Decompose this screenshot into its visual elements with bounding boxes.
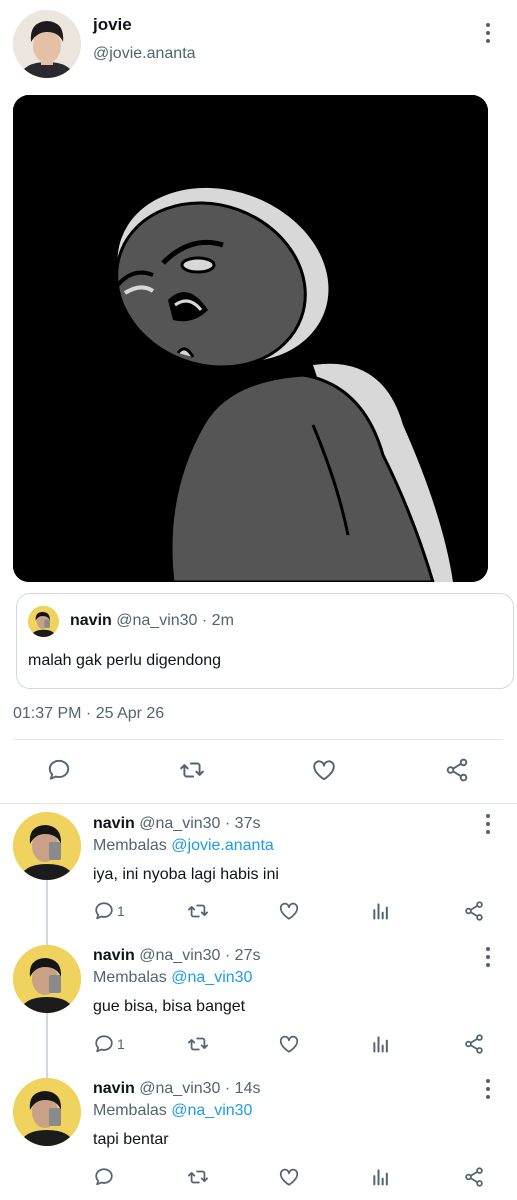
replying-label: Membalas — [93, 969, 167, 986]
views-icon — [373, 1169, 388, 1186]
reply-author-handle[interactable]: @na_vin30 — [139, 947, 220, 964]
retweet-button[interactable] — [186, 1166, 210, 1188]
reply-separator: · — [224, 1080, 231, 1097]
quote-author-name[interactable]: navin — [70, 612, 112, 629]
reply-header: navin @na_vin30 · 14s — [93, 1080, 260, 1098]
reply-author-handle[interactable]: @na_vin30 — [139, 1080, 220, 1097]
heart-icon — [279, 1035, 299, 1053]
retweet-button[interactable] — [178, 757, 206, 783]
author-handle[interactable]: @jovie.ananta — [93, 45, 196, 63]
replying-label: Membalas — [93, 1102, 167, 1119]
more-options-icon[interactable] — [481, 23, 495, 43]
replying-mention[interactable]: @na_vin30 — [171, 1102, 252, 1119]
reply-avatar[interactable] — [13, 812, 81, 880]
views-button[interactable] — [371, 1166, 391, 1188]
author-avatar-image — [13, 10, 81, 78]
more-options-icon[interactable] — [481, 1079, 495, 1099]
share-button[interactable] — [463, 1033, 485, 1055]
like-button[interactable] — [278, 900, 300, 922]
tweet-timestamp[interactable]: 01:37 PM · 25 Apr 26 — [13, 705, 164, 723]
divider — [13, 739, 503, 740]
reply-separator: · — [224, 815, 231, 832]
views-button[interactable] — [371, 900, 391, 922]
quote-time[interactable]: 2m — [212, 612, 234, 629]
heart-icon — [279, 1168, 299, 1186]
reply-avatar-image — [13, 812, 81, 880]
reply-button[interactable] — [46, 757, 72, 783]
reply-avatar-image — [13, 1078, 81, 1146]
author-avatar[interactable] — [13, 10, 81, 78]
replying-mention[interactable]: @na_vin30 — [171, 969, 252, 986]
replying-to: Membalas @na_vin30 — [93, 969, 252, 987]
reply-time[interactable]: 14s — [235, 1080, 261, 1097]
reply-avatar[interactable] — [13, 945, 81, 1013]
author-name[interactable]: jovie — [93, 15, 132, 35]
reply-button[interactable] — [93, 1166, 117, 1188]
quote-avatar[interactable] — [28, 606, 59, 637]
reply-avatar[interactable] — [13, 1078, 81, 1146]
heart-icon — [313, 760, 335, 781]
reply-icon — [48, 759, 70, 780]
share-button[interactable] — [463, 900, 485, 922]
tweet-media-image[interactable] — [13, 95, 488, 582]
share-button[interactable] — [463, 1166, 485, 1188]
quoted-tweet[interactable]: navin @na_vin30 · 2m malah gak perlu dig… — [16, 593, 514, 689]
meme-image — [13, 95, 488, 582]
like-button[interactable] — [311, 757, 337, 783]
replying-mention[interactable]: @jovie.ananta — [171, 837, 274, 854]
retweet-icon — [187, 1037, 209, 1051]
quote-avatar-image — [28, 606, 59, 637]
like-button[interactable] — [278, 1033, 300, 1055]
main-tweet: jovie @jovie.ananta navin @na_vin30 · 2m… — [0, 0, 517, 804]
more-options-icon[interactable] — [481, 947, 495, 967]
retweet-icon — [187, 1170, 209, 1184]
retweet-button[interactable] — [186, 900, 210, 922]
reply-author-name[interactable]: navin — [93, 947, 135, 964]
share-icon — [465, 1167, 483, 1187]
reply-avatar-image — [13, 945, 81, 1013]
reply-count: 1 — [117, 1036, 125, 1052]
views-icon — [373, 903, 388, 920]
quote-text: malah gak perlu digendong — [28, 652, 222, 669]
reply-icon — [95, 1168, 113, 1186]
thread-line — [46, 880, 48, 945]
share-icon — [446, 758, 468, 782]
quote-separator: · — [201, 612, 208, 629]
reply-time[interactable]: 37s — [235, 815, 261, 832]
replying-label: Membalas — [93, 837, 167, 854]
reply-header: navin @na_vin30 · 27s — [93, 947, 260, 965]
thread-line — [46, 1013, 48, 1078]
share-icon — [465, 1034, 483, 1054]
like-button[interactable] — [278, 1166, 300, 1188]
views-icon — [373, 1036, 388, 1053]
quote-author-handle[interactable]: @na_vin30 — [116, 612, 197, 629]
reply-separator: · — [224, 947, 231, 964]
reply-header: navin @na_vin30 · 37s — [93, 815, 260, 833]
replying-to: Membalas @na_vin30 — [93, 1102, 252, 1120]
reply-text: iya, ini nyoba lagi habis ini — [93, 866, 279, 883]
reply-time[interactable]: 27s — [235, 947, 261, 964]
reply-text: tapi bentar — [93, 1131, 169, 1148]
retweet-icon — [187, 904, 209, 918]
views-button[interactable] — [371, 1033, 391, 1055]
reply-text: gue bisa, bisa banget — [93, 998, 246, 1015]
reply-author-handle[interactable]: @na_vin30 — [139, 815, 220, 832]
reply-button[interactable]: 1 — [93, 1033, 125, 1055]
retweet-button[interactable] — [186, 1033, 210, 1055]
section-divider — [0, 803, 517, 804]
more-options-icon[interactable] — [481, 814, 495, 834]
retweet-icon — [180, 762, 204, 778]
quote-header: navin @na_vin30 · 2m — [70, 612, 234, 630]
reply-icon — [95, 902, 113, 920]
reply-icon — [95, 1035, 113, 1053]
share-button[interactable] — [444, 757, 470, 783]
heart-icon — [279, 902, 299, 920]
share-icon — [465, 901, 483, 921]
reply-author-name[interactable]: navin — [93, 815, 135, 832]
reply-author-name[interactable]: navin — [93, 1080, 135, 1097]
reply-count: 1 — [117, 903, 125, 919]
reply-button[interactable]: 1 — [93, 900, 125, 922]
replying-to: Membalas @jovie.ananta — [93, 837, 274, 855]
